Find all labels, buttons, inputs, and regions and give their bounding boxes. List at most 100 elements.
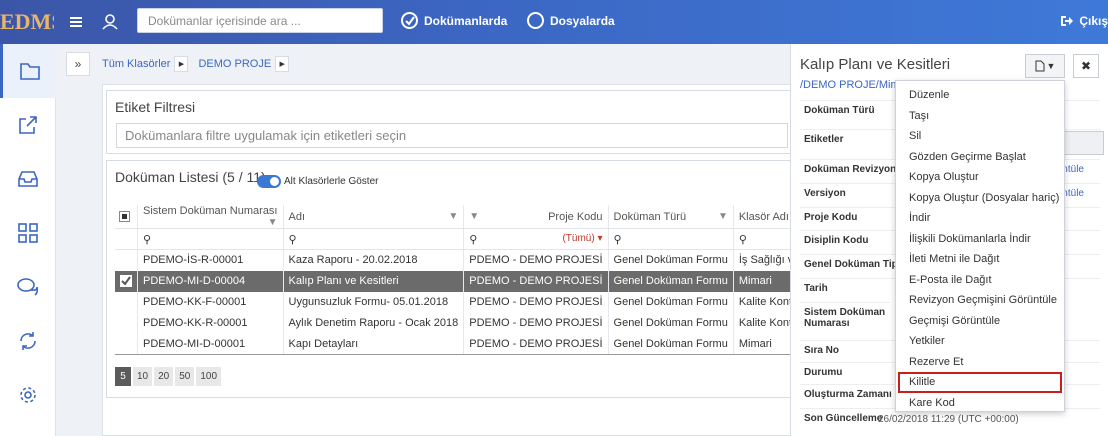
page-size-option[interactable]: 20: [154, 367, 174, 386]
menu-item-edit[interactable]: Düzenle: [896, 85, 1064, 106]
menu-item-start-review[interactable]: Gözden Geçirme Başlat: [896, 147, 1064, 168]
cell: PDEMO - DEMO PROJESİ: [463, 249, 609, 271]
menu-item-lock[interactable]: Kilitle: [898, 372, 1062, 393]
row-checkbox-cell[interactable]: [115, 249, 138, 271]
menu-item-download-with-related[interactable]: İlişkili Dokümanlarla İndir: [896, 229, 1064, 250]
filter-all-label: (Tümü): [562, 232, 595, 244]
menu-item-move[interactable]: Taşı: [896, 106, 1064, 127]
table-row-selected[interactable]: PDEMO-MI-D-00004 Kalıp Planı ve Kesitler…: [115, 270, 855, 292]
user-icon[interactable]: [100, 12, 120, 32]
detail-label: Sistem Doküman Numarası: [804, 307, 886, 329]
nav-share[interactable]: [0, 98, 56, 152]
column-header[interactable]: ▼ Proje Kodu: [463, 205, 609, 229]
search-icon: ⚲: [738, 233, 747, 246]
caret-right-icon[interactable]: ▶: [174, 56, 189, 72]
cell: Uygunsuzluk Formu- 05.01.2018: [283, 291, 465, 313]
edms-logo: EDMS: [0, 9, 54, 34]
page-size-option[interactable]: 50: [175, 367, 195, 386]
cell: PDEMO-KK-R-00001: [137, 312, 284, 334]
detail-label: Tarih: [804, 283, 828, 294]
cell: PDEMO - DEMO PROJESİ: [463, 312, 609, 334]
cell: Genel Doküman Formu: [608, 291, 734, 313]
page-size-option[interactable]: 10: [133, 367, 153, 386]
nav-settings[interactable]: [0, 368, 56, 422]
filter-icon[interactable]: ▼: [268, 217, 278, 228]
subfolders-toggle-label: Alt Klasörlerle Göster: [284, 176, 379, 187]
select-all-checkbox[interactable]: [115, 205, 138, 229]
subfolders-toggle[interactable]: Alt Klasörlerle Göster: [257, 175, 378, 188]
row-checkbox-cell[interactable]: [115, 312, 138, 334]
tag-filter-input[interactable]: Dokümanlara filtre uygulamak için etiket…: [116, 123, 788, 148]
logout-button[interactable]: Çıkış: [1060, 14, 1108, 28]
document-table: Sistem Doküman Numarası ▼ Adı ▼ ▼ Proje Kod…: [115, 205, 855, 355]
caret-right-icon[interactable]: ▶: [275, 56, 290, 72]
page-size-option[interactable]: 100: [196, 367, 222, 386]
filter-icon[interactable]: ▼: [469, 211, 479, 222]
nav-folders[interactable]: [0, 44, 56, 98]
menu-item-permissions[interactable]: Yetkiler: [896, 331, 1064, 352]
search-icon: ⚲: [143, 233, 152, 246]
filter-icon[interactable]: ▼: [718, 211, 728, 222]
menu-item-delete[interactable]: Sil: [896, 126, 1064, 147]
menu-item-create-copy[interactable]: Kopya Oluştur: [896, 167, 1064, 188]
filter-cell: [115, 228, 138, 250]
row-checkbox-cell[interactable]: [115, 270, 138, 292]
nav-dashboard[interactable]: [0, 206, 56, 260]
chat-icon: [17, 278, 39, 296]
inbox-icon: [18, 171, 38, 187]
gear-icon: [20, 387, 36, 403]
cell: Genel Doküman Formu: [608, 333, 734, 355]
column-label: Proje Kodu: [548, 210, 603, 223]
radio-search-in-files[interactable]: Dosyalarda: [527, 12, 615, 29]
menu-item-create-copy-no-files[interactable]: Kopya Oluştur (Dosyalar hariç): [896, 188, 1064, 209]
expand-sidebar-button[interactable]: »: [66, 52, 90, 76]
logout-icon: [1061, 16, 1074, 26]
radio-checked-icon: [401, 12, 418, 29]
menu-item-distribute-email[interactable]: E-Posta ile Dağıt: [896, 270, 1064, 291]
nav-inbox[interactable]: [0, 152, 56, 206]
document-actions-button[interactable]: ▼: [1025, 54, 1065, 78]
column-header[interactable]: Adı ▼: [283, 205, 465, 229]
close-button[interactable]: ✖: [1073, 54, 1099, 78]
filter-icon[interactable]: ▼: [448, 211, 458, 222]
page-size-option[interactable]: 5: [115, 367, 131, 386]
menu-item-revision-history[interactable]: Revizyon Geçmişini Görüntüle: [896, 290, 1064, 311]
menu-item-distribute-message[interactable]: İleti Metni ile Dağıt: [896, 249, 1064, 270]
document-search-input[interactable]: [137, 8, 383, 33]
nav-sync[interactable]: [0, 314, 56, 368]
filter-cell[interactable]: ⚲: [137, 228, 284, 250]
breadcrumb-all-folders[interactable]: Tüm Klasörler: [102, 58, 170, 70]
filter-cell[interactable]: ⚲: [283, 228, 465, 250]
menu-item-reserve[interactable]: Rezerve Et: [896, 352, 1064, 373]
toggle-switch[interactable]: [257, 175, 281, 188]
table-row[interactable]: PDEMO-İS-R-00001 Kaza Raporu - 20.02.201…: [115, 249, 855, 271]
breadcrumb-project[interactable]: DEMO PROJE: [198, 58, 271, 70]
column-header[interactable]: Doküman Türü ▼: [608, 205, 734, 229]
tag-filter-panel: Etiket Filtresi Dokümanlara filtre uygul…: [106, 90, 796, 154]
table-row[interactable]: PDEMO-MI-D-00001 Kapı Detayları PDEMO - …: [115, 333, 855, 355]
detail-label: Doküman Türü: [804, 105, 875, 116]
table-row[interactable]: PDEMO-KK-R-00001 Aylık Denetim Raporu - …: [115, 312, 855, 334]
detail-path-link[interactable]: /DEMO PROJE/Mimari: [800, 79, 904, 91]
cell: Genel Doküman Formu: [608, 249, 734, 271]
row-checkbox-cell[interactable]: [115, 333, 138, 355]
radio-search-in-documents[interactable]: Dokümanlarda: [401, 12, 507, 29]
checked-checkbox-icon[interactable]: [120, 275, 132, 288]
row-checkbox-cell[interactable]: [115, 291, 138, 313]
filter-cell[interactable]: ⚲: [608, 228, 734, 250]
table-row[interactable]: PDEMO-KK-F-00001 Uygunsuzluk Formu- 05.0…: [115, 291, 855, 313]
filter-all-select[interactable]: (Tümü) ▾: [562, 233, 602, 244]
radio-label-documents: Dokümanlarda: [424, 13, 508, 28]
column-label: Doküman Türü: [613, 210, 687, 223]
top-bar: EDMS Dokümanlarda Dosyalarda Çıkış: [0, 0, 1108, 44]
menu-item-download[interactable]: İndir: [896, 208, 1064, 229]
nav-messages[interactable]: [0, 260, 56, 314]
hamburger-menu-icon[interactable]: [66, 12, 86, 32]
column-header[interactable]: Sistem Doküman Numarası ▼: [137, 205, 284, 229]
cell: PDEMO - DEMO PROJESİ: [463, 270, 609, 292]
menu-item-history[interactable]: Geçmişi Görüntüle: [896, 311, 1064, 332]
menu-item-qr-code[interactable]: Kare Kod: [896, 393, 1064, 414]
detail-label: Disiplin Kodu: [804, 235, 869, 246]
filter-cell[interactable]: ⚲ (Tümü) ▾: [463, 228, 609, 250]
tags-field[interactable]: [1064, 131, 1104, 155]
